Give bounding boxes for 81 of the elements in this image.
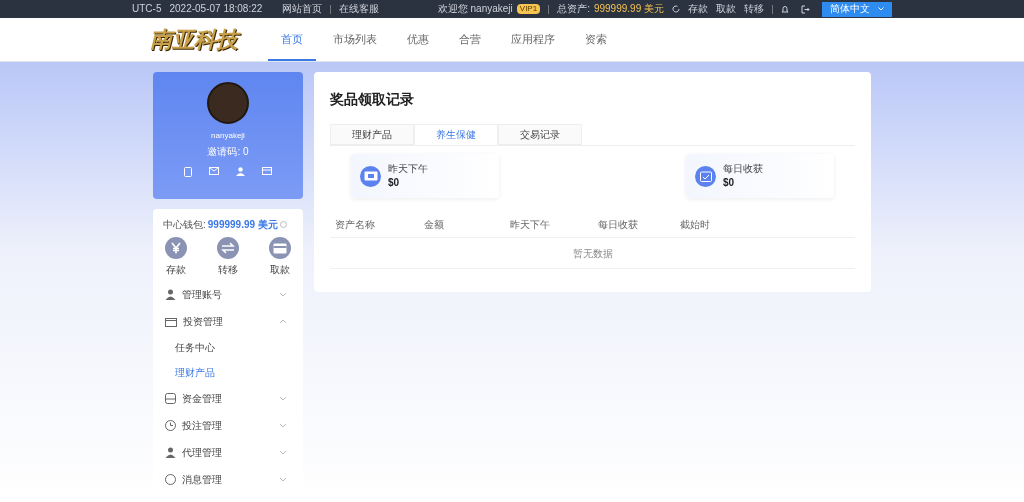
bell-icon[interactable] [781, 4, 789, 14]
vip-badge: VIP1 [516, 4, 541, 14]
assets-value: 999999.99 美元 [593, 4, 664, 14]
top-action-link[interactable]: 存款 [688, 4, 708, 14]
record-tab[interactable]: 养生保健 [414, 124, 498, 145]
menu-label: 代理管理 [182, 446, 222, 460]
phone-icon[interactable] [184, 167, 192, 177]
menu-label: 消息管理 [182, 473, 222, 487]
user-icon [165, 447, 176, 458]
wallet-action[interactable]: 存款 [165, 237, 187, 277]
chevron-icon [279, 292, 287, 297]
stat-value: $0 [388, 175, 401, 190]
empty-message: 暂无数据 [572, 246, 613, 261]
menu-item[interactable]: 投资管理 [163, 308, 293, 335]
wallet-action-label: 取款 [270, 263, 290, 277]
wallet-value: 999999.99 美元 [207, 218, 278, 232]
menu-item[interactable]: 管理账号 [163, 281, 293, 308]
refresh-icon[interactable] [672, 5, 680, 13]
caret-icon [878, 7, 884, 11]
nav-tab[interactable]: 应用程序 [498, 19, 568, 61]
ticket-icon [360, 165, 381, 187]
top-link[interactable]: 网站首页 [282, 4, 323, 14]
user-icon[interactable] [236, 167, 245, 176]
mail-icon[interactable] [209, 167, 219, 175]
page-title: 奖品领取记录 [330, 90, 415, 109]
avatar [207, 82, 249, 124]
menu-item[interactable]: 投注管理 [163, 412, 293, 439]
timezone: UTC-5 [132, 4, 162, 14]
wallet-icon [165, 393, 176, 404]
card-icon[interactable] [262, 167, 272, 175]
username: nanyakeji [211, 130, 245, 142]
stat-label: 每日收获 [723, 162, 763, 175]
wallet-action[interactable]: 取款 [269, 237, 291, 277]
menu-label: 资金管理 [182, 392, 222, 406]
submenu-item[interactable]: 任务中心 [163, 335, 293, 360]
wallet-action-label: 转移 [218, 263, 238, 277]
nav-tab[interactable]: 资索 [572, 19, 620, 61]
circle-icon [165, 474, 176, 485]
transfer-icon [217, 237, 239, 259]
stat-value: $0 [723, 175, 736, 190]
submenu-item[interactable]: 理财产品 [163, 360, 293, 385]
column-header: 金额 [424, 218, 445, 232]
clock-icon [165, 420, 176, 431]
record-tab[interactable]: 理财产品 [330, 124, 414, 145]
nav-tab[interactable]: 市场列表 [320, 19, 390, 61]
yen-icon [165, 237, 187, 259]
column-header: 每日收获 [598, 218, 639, 232]
top-link[interactable]: 在线客服 [339, 4, 380, 14]
wallet-label: 中心钱包: [163, 218, 206, 232]
top-action-link[interactable]: 取款 [716, 4, 736, 14]
nav-tab[interactable]: 首页 [268, 19, 316, 61]
menu-label: 投资管理 [183, 315, 223, 329]
assets-label: 总资产: [557, 4, 590, 14]
calendar-icon [695, 165, 716, 187]
menu-item[interactable]: 消息管理 [163, 466, 293, 493]
nav-tab[interactable]: 优惠 [394, 19, 442, 61]
logout-icon[interactable] [801, 4, 810, 14]
nav-tab[interactable]: 合营 [446, 19, 494, 61]
menu-item[interactable]: 代理管理 [163, 439, 293, 466]
datetime: 2022-05-07 18:08:22 [169, 4, 263, 14]
wallet-action-label: 存款 [166, 263, 186, 277]
menu-label: 管理账号 [182, 288, 222, 302]
folder-icon [165, 316, 177, 327]
invite-code: 邀请码: 0 [207, 145, 249, 159]
chevron-icon [279, 396, 287, 401]
menu-item[interactable]: 资金管理 [163, 385, 293, 412]
wallet-action[interactable]: 转移 [217, 237, 239, 277]
top-action-link[interactable]: 转移 [744, 4, 764, 14]
menu-label: 投注管理 [182, 419, 222, 433]
chevron-icon [279, 477, 287, 482]
stat-label: 昨天下午 [388, 162, 428, 175]
chevron-icon [279, 319, 287, 324]
column-header: 昨天下午 [510, 218, 551, 232]
user-icon [165, 289, 176, 300]
welcome-text: 欢迎您 nanyakeji [437, 4, 513, 14]
column-header: 截始时 [680, 218, 711, 232]
column-header: 资产名称 [335, 218, 376, 232]
record-tab[interactable]: 交易记录 [498, 124, 582, 145]
chevron-icon [279, 423, 287, 428]
chevron-icon [279, 450, 287, 455]
card-icon [269, 237, 291, 259]
